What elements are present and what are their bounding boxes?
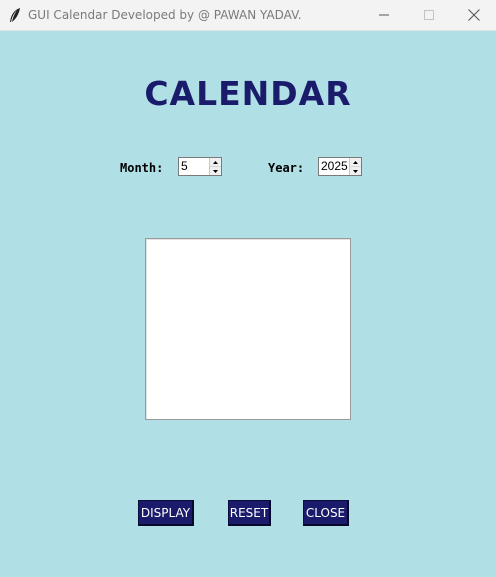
arrow-down-icon	[213, 169, 218, 173]
month-label: Month:	[120, 161, 164, 175]
close-button[interactable]: CLOSE	[303, 500, 349, 526]
calendar-heading: CALENDAR	[144, 74, 352, 113]
minimize-icon	[379, 14, 389, 16]
display-button[interactable]: DISPLAY	[138, 500, 194, 526]
year-value[interactable]: 2025	[321, 159, 348, 174]
year-spin-arrows	[349, 158, 361, 175]
window-title: GUI Calendar Developed by @ PAWAN YADAV.	[28, 8, 302, 22]
arrow-up-icon	[353, 160, 358, 164]
year-label: Year:	[268, 161, 305, 175]
month-value[interactable]: 5	[181, 159, 188, 174]
feather-icon	[10, 8, 20, 22]
year-up-button[interactable]	[350, 158, 361, 167]
year-down-button[interactable]	[350, 167, 361, 175]
arrow-up-icon	[213, 160, 218, 164]
month-down-button[interactable]	[210, 167, 221, 175]
month-up-button[interactable]	[210, 158, 221, 167]
year-spinbox[interactable]: 2025	[318, 157, 362, 176]
close-icon	[468, 9, 480, 21]
reset-button[interactable]: RESET	[228, 500, 271, 526]
month-spin-arrows	[209, 158, 221, 175]
close-window-button[interactable]	[451, 0, 496, 30]
title-bar[interactable]: GUI Calendar Developed by @ PAWAN YADAV.	[0, 0, 496, 31]
calendar-text-area[interactable]	[145, 238, 351, 420]
month-spinbox[interactable]: 5	[178, 157, 222, 176]
minimize-button[interactable]	[361, 0, 407, 30]
maximize-button[interactable]	[406, 0, 452, 30]
arrow-down-icon	[353, 169, 358, 173]
maximize-icon	[424, 10, 434, 20]
